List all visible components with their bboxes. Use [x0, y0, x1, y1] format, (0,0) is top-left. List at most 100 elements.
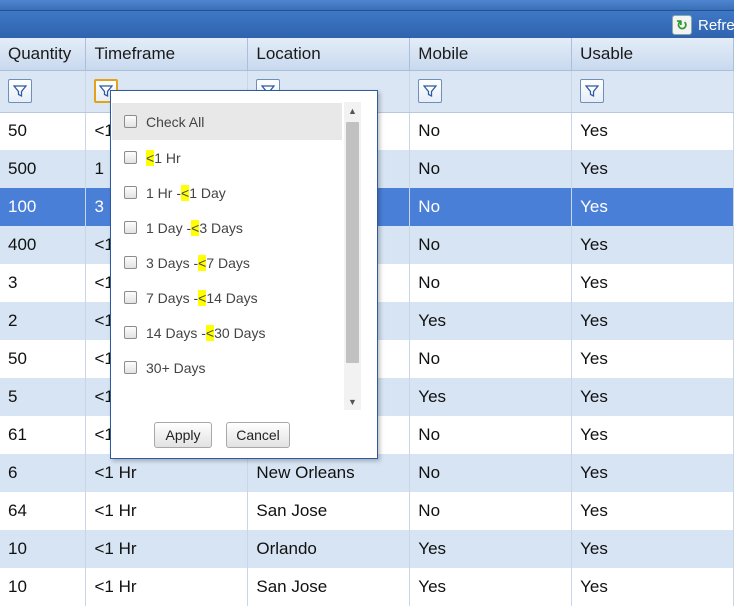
cell-mobile: Yes [409, 568, 573, 606]
filter-option-label-lt: < [191, 219, 200, 236]
filter-option-label-lt: < [198, 289, 207, 306]
column-header-usable[interactable]: Usable [571, 38, 734, 71]
grid-toolbar: ↻ Refres [0, 10, 734, 38]
cell-mobile: No [409, 492, 573, 530]
cell-quantity: 64 [0, 492, 87, 530]
table-row[interactable]: 64 <1 Hr San Jose No Yes [0, 492, 734, 530]
cell-usable: Yes [571, 264, 734, 302]
cell-usable: Yes [571, 226, 734, 264]
refresh-button[interactable]: ↻ Refres [672, 15, 734, 35]
filter-option-checkbox[interactable] [124, 361, 137, 374]
cancel-button[interactable]: Cancel [226, 422, 290, 448]
cell-location: San Jose [247, 568, 411, 606]
column-header-timeframe[interactable]: Timeframe [85, 38, 249, 71]
filter-option-label-pre: 7 Days - [146, 289, 199, 306]
cell-mobile: Yes [409, 378, 573, 416]
cell-quantity: 50 [0, 340, 87, 378]
filter-option-checkbox[interactable] [124, 291, 137, 304]
scroll-up-arrow-icon[interactable]: ▲ [344, 102, 361, 119]
cell-timeframe: <1 Hr [85, 568, 249, 606]
filter-button-usable[interactable] [580, 79, 605, 103]
filter-option-label-lt: < [198, 254, 207, 271]
cell-usable: Yes [571, 530, 734, 568]
filter-option[interactable]: 1 Day - <3 Days [112, 210, 342, 245]
filter-icon [13, 85, 27, 98]
cell-quantity: 50 [0, 112, 87, 150]
filter-icon [423, 85, 438, 98]
filter-button-mobile[interactable] [418, 79, 443, 103]
cell-quantity: 10 [0, 530, 87, 568]
filter-option[interactable]: <1 Hr [112, 140, 342, 175]
title-bar [0, 0, 734, 10]
check-all-option[interactable]: Check All [112, 103, 342, 140]
filter-option-label-post: 3 Days [199, 219, 243, 236]
cell-quantity: 2 [0, 302, 87, 340]
filter-option-label-post: 1 Day [189, 184, 226, 201]
cell-quantity: 400 [0, 226, 87, 264]
filter-option-label-pre: 14 Days - [146, 324, 206, 341]
cell-usable: Yes [571, 492, 734, 530]
cell-mobile: No [409, 188, 573, 226]
filter-option-label-post: 7 Days [206, 254, 250, 271]
filter-option-checkbox[interactable] [124, 326, 137, 339]
cell-quantity: 500 [0, 150, 87, 188]
cell-mobile: No [409, 226, 573, 264]
filter-icon [585, 85, 600, 98]
popup-scrollbar[interactable]: ▲ ▼ [344, 102, 361, 410]
cell-timeframe: <1 Hr [85, 492, 249, 530]
column-header-mobile[interactable]: Mobile [409, 38, 573, 71]
filter-option[interactable]: 1 Hr - <1 Day [112, 175, 342, 210]
column-header-location[interactable]: Location [247, 38, 411, 71]
cell-location: New Orleans [247, 454, 411, 492]
check-all-label: Check All [146, 113, 205, 130]
filter-option[interactable]: 14 Days - <30 Days [112, 315, 342, 350]
refresh-icon: ↻ [672, 15, 692, 35]
cell-mobile: No [409, 454, 573, 492]
filter-option-label-post: 30 Days [214, 324, 266, 341]
filter-option[interactable]: 3 Days - <7 Days [112, 245, 342, 280]
cell-usable: Yes [571, 150, 734, 188]
filter-option-label-lt: < [181, 184, 190, 201]
filter-option-label-pre: 1 Day - [146, 219, 192, 236]
filter-option-label-lt: < [146, 149, 155, 166]
filter-options-list: Check All <1 Hr 1 Hr - <1 Day 1 Day - <3 D… [112, 103, 342, 405]
filter-option[interactable]: 30+ Days [112, 350, 342, 385]
cell-usable: Yes [571, 568, 734, 606]
table-row[interactable]: 10 <1 Hr San Jose Yes Yes [0, 568, 734, 606]
scrollbar-thumb[interactable] [346, 122, 359, 363]
filter-option-checkbox[interactable] [124, 151, 137, 164]
filter-option-checkbox[interactable] [124, 256, 137, 269]
filter-option-label-post: 14 Days [206, 289, 258, 306]
filter-option-checkbox[interactable] [124, 221, 137, 234]
scroll-down-arrow-icon[interactable]: ▼ [344, 393, 361, 410]
cell-usable: Yes [571, 188, 734, 226]
cell-mobile: Yes [409, 302, 573, 340]
column-header-quantity[interactable]: Quantity [0, 38, 87, 71]
cell-usable: Yes [571, 454, 734, 492]
apply-button[interactable]: Apply [154, 422, 212, 448]
cell-location: San Jose [247, 492, 411, 530]
cell-quantity: 100 [0, 188, 87, 226]
table-row[interactable]: 10 <1 Hr Orlando Yes Yes [0, 530, 734, 568]
cell-quantity: 5 [0, 378, 87, 416]
cell-quantity: 3 [0, 264, 87, 302]
cell-quantity: 10 [0, 568, 87, 606]
cell-usable: Yes [571, 302, 734, 340]
filter-button-quantity[interactable] [8, 79, 32, 103]
filter-option-label-pre: 1 Hr - [146, 184, 181, 201]
check-all-checkbox[interactable] [124, 115, 137, 128]
filter-option[interactable]: 7 Days - <14 Days [112, 280, 342, 315]
cell-mobile: No [409, 264, 573, 302]
cell-mobile: No [409, 112, 573, 150]
cell-quantity: 61 [0, 416, 87, 454]
filter-option-checkbox[interactable] [124, 186, 137, 199]
cell-timeframe: <1 Hr [85, 454, 249, 492]
cell-mobile: No [409, 150, 573, 188]
refresh-label: Refres [698, 16, 734, 34]
table-row[interactable]: 6 <1 Hr New Orleans No Yes [0, 454, 734, 492]
filter-option-label-post: 1 Hr [154, 149, 181, 166]
cell-usable: Yes [571, 112, 734, 150]
filter-option-label-lt: < [205, 324, 215, 341]
cell-quantity: 6 [0, 454, 87, 492]
filter-option-label-pre: 3 Days - [146, 254, 199, 271]
